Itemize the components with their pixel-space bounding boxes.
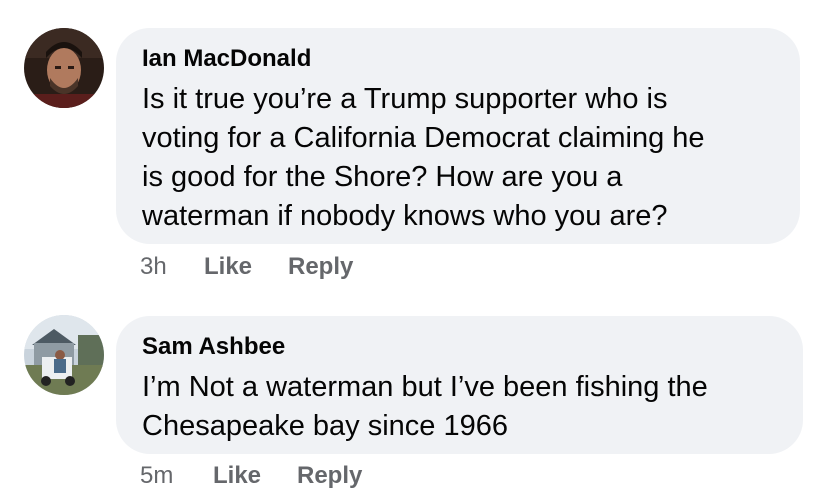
comment-bubble: Sam Ashbee I’m Not a waterman but I’ve b… <box>116 316 803 454</box>
comment-text: I’m Not a waterman but I’ve been fishing… <box>142 371 708 442</box>
avatar-photo-icon <box>24 28 104 108</box>
comment-timestamp[interactable]: 3h <box>140 252 167 282</box>
comment-bubble: Ian MacDonald Is it true you’re a Trump … <box>116 28 800 244</box>
avatar[interactable] <box>24 28 104 108</box>
reply-button[interactable]: Reply <box>288 252 353 282</box>
avatar[interactable] <box>24 315 104 395</box>
comment-author[interactable]: Sam Ashbee <box>142 316 803 362</box>
comment-text: Is it true you’re a Trump supporter who … <box>142 83 705 232</box>
avatar-photo-icon <box>24 315 104 395</box>
reply-button[interactable]: Reply <box>297 461 362 491</box>
comment-timestamp[interactable]: 5m <box>140 461 173 491</box>
comment-author[interactable]: Ian MacDonald <box>142 28 800 74</box>
like-button[interactable]: Like <box>204 252 252 282</box>
like-button[interactable]: Like <box>213 461 261 491</box>
